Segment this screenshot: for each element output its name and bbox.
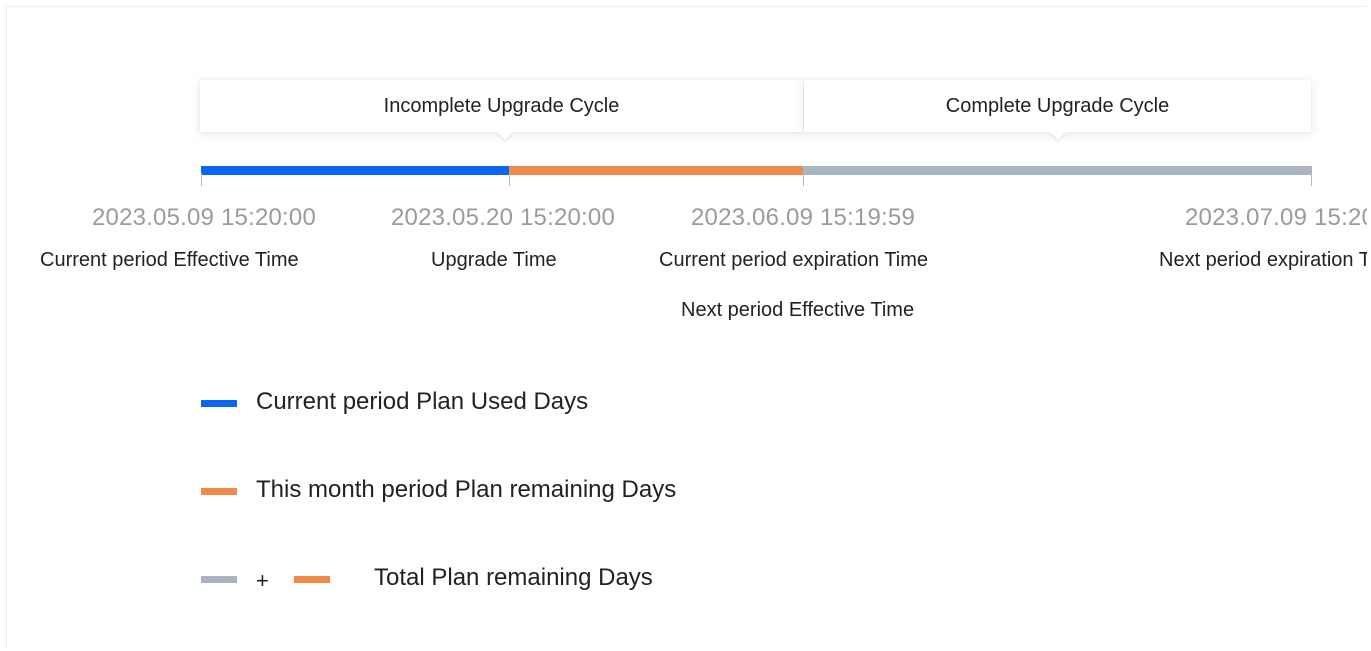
next-period-bar (803, 166, 1312, 175)
label-expiration-time: Current period expiration Time (659, 249, 929, 271)
timeline-tick-effective (201, 173, 202, 186)
date-upgrade: 2023.05.20 15:20:00 (391, 204, 616, 231)
label-next-expiration-time: Next period expiration Time (1159, 249, 1367, 271)
incomplete-cycle-label: Incomplete Upgrade Cycle (383, 94, 620, 117)
legend-plus-sign: + (256, 568, 269, 593)
date-expiration: 2023.06.09 15:19:59 (691, 204, 916, 231)
label-effective-time: Current period Effective Time (40, 249, 299, 271)
timeline-tick-expiration (803, 173, 804, 186)
complete-cycle-callout: Complete Upgrade Cycle (804, 80, 1311, 132)
label-upgrade-time: Upgrade Time (431, 249, 557, 271)
timeline-tick-upgrade (509, 173, 510, 186)
timeline-tick-next-expiration (1311, 173, 1312, 186)
diagram-frame: Incomplete Upgrade Cycle Complete Upgrad… (6, 6, 1367, 647)
used-days-bar (201, 166, 509, 175)
legend-swatch-remaining-2 (294, 576, 330, 583)
complete-cycle-label: Complete Upgrade Cycle (945, 94, 1170, 117)
legend-swatch-used (201, 400, 237, 407)
legend-label-used: Current period Plan Used Days (256, 388, 589, 415)
legend-label-total: Total Plan remaining Days (374, 564, 653, 591)
incomplete-cycle-pointer (497, 132, 513, 140)
remaining-days-bar (509, 166, 803, 175)
label-next-effective-time: Next period Effective Time (681, 299, 915, 321)
legend-label-remaining: This month period Plan remaining Days (256, 476, 677, 503)
complete-cycle-pointer (1050, 132, 1066, 140)
date-next-expiration: 2023.07.09 15:20:00 (1185, 204, 1367, 231)
date-effective: 2023.05.09 15:20:00 (92, 204, 317, 231)
legend-swatch-next (201, 576, 237, 583)
legend-swatch-remaining (201, 488, 237, 495)
incomplete-cycle-callout: Incomplete Upgrade Cycle (200, 80, 803, 132)
